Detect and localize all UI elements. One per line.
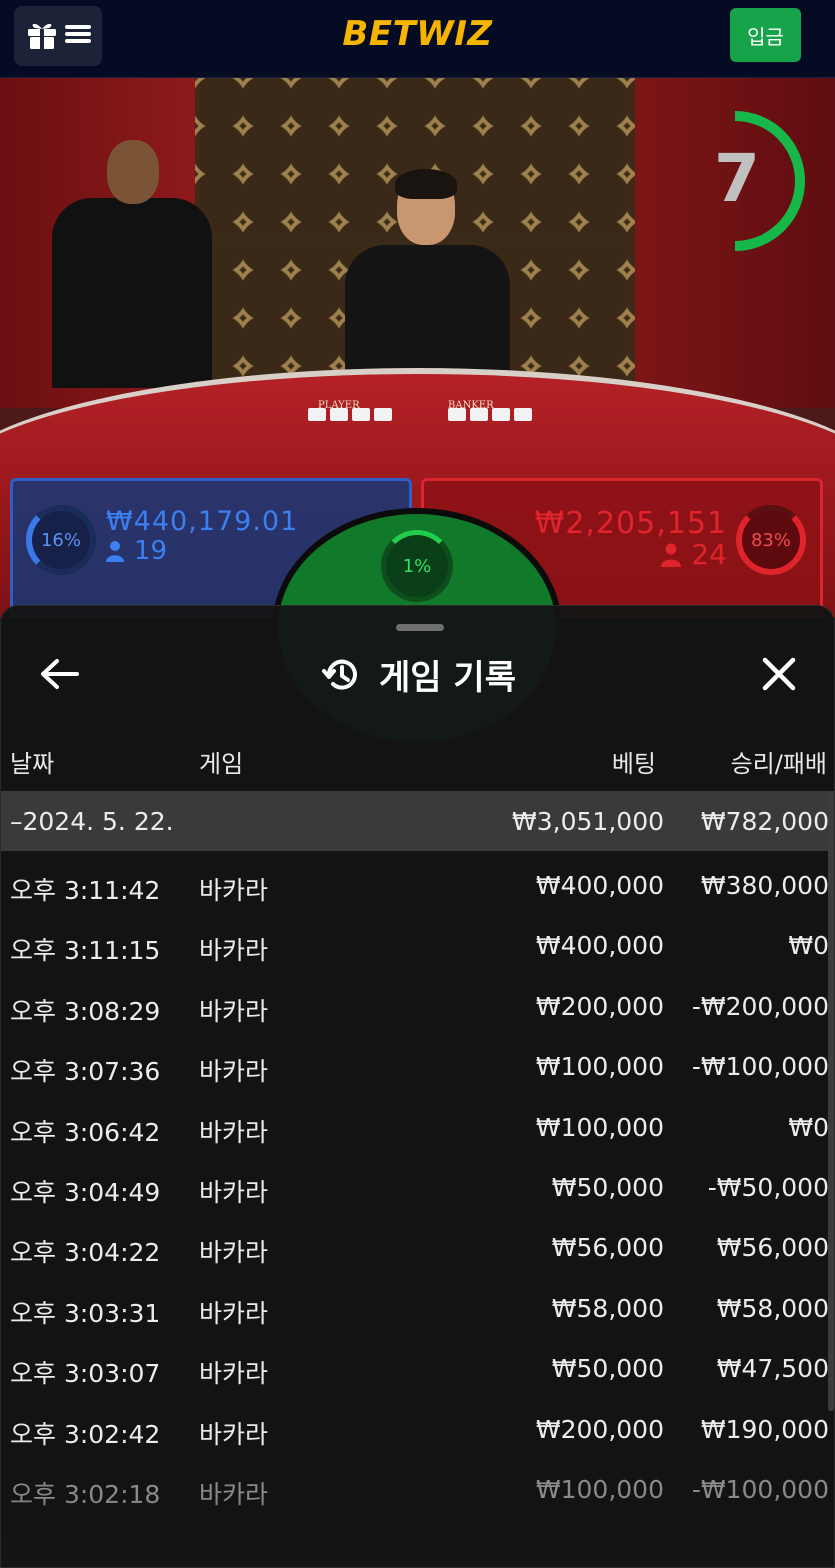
user-icon xyxy=(661,543,682,567)
history-icon xyxy=(322,659,357,690)
row-result: ₩380,000 xyxy=(700,871,829,900)
history-row[interactable]: 오후 3:11:42 바카라 ₩400,000 ₩380,000 xyxy=(1,855,834,915)
row-bet: ₩400,000 xyxy=(535,931,664,961)
row-time: 오후 3:08:29 xyxy=(10,996,161,1026)
row-game: 바카라 xyxy=(199,1117,269,1147)
scrollbar[interactable] xyxy=(828,791,834,1411)
row-game: 바카라 xyxy=(199,1057,269,1087)
dealer xyxy=(345,169,510,385)
row-time: 오후 3:07:36 xyxy=(10,1057,161,1087)
row-result: ₩0 xyxy=(788,1112,829,1142)
deposit-button[interactable]: 입금 xyxy=(730,8,801,62)
column-result: 승리/패배 xyxy=(730,750,827,778)
row-time: 오후 3:11:42 xyxy=(10,876,161,905)
player-cards xyxy=(308,408,392,421)
column-game: 게임 xyxy=(199,750,244,778)
player-user-count: 19 xyxy=(106,536,167,566)
user-icon xyxy=(106,541,124,562)
studio-staff xyxy=(52,140,212,390)
column-date: 날짜 xyxy=(10,750,55,778)
player-percent: 16% xyxy=(26,505,96,575)
row-time: 오후 3:03:31 xyxy=(10,1298,161,1328)
summary-bet: ₩3,051,000 xyxy=(512,807,664,836)
row-bet: ₩200,000 xyxy=(535,991,664,1021)
row-bet: ₩50,000 xyxy=(551,1173,664,1202)
game-history-sheet: 게임 기록 날짜 게임 베팅 승리/패배 –2024. 5. 22. ₩3,05… xyxy=(0,605,835,1568)
banker-bet-amount: ₩2,205,151 xyxy=(534,506,727,541)
row-time: 오후 3:04:49 xyxy=(10,1178,161,1207)
history-row[interactable]: 오후 3:08:29 바카라 ₩200,000 -₩200,000 xyxy=(1,976,834,1036)
history-row[interactable]: 오후 3:03:07 바카라 ₩50,000 ₩47,500 xyxy=(1,1338,834,1398)
top-bar: BETWIZ 입금 xyxy=(0,0,835,78)
summary-date: –2024. 5. 22. xyxy=(10,807,174,836)
history-row[interactable]: 오후 3:03:31 바카라 ₩58,000 ₩58,000 xyxy=(1,1278,834,1338)
history-day-summary[interactable]: –2024. 5. 22. ₩3,051,000 ₩782,000 xyxy=(1,791,834,851)
row-game: 바카라 xyxy=(199,996,269,1026)
row-time: 오후 3:11:15 xyxy=(10,936,161,966)
row-bet: ₩100,000 xyxy=(535,1112,664,1142)
history-row[interactable]: 오후 3:07:36 바카라 ₩100,000 -₩100,000 xyxy=(1,1036,834,1096)
page: BETWIZ 입금 PLAYER BANKER 7 16% ₩440,179.0… xyxy=(0,0,835,1568)
row-bet: ₩200,000 xyxy=(535,1414,664,1444)
row-result: ₩56,000 xyxy=(716,1233,829,1263)
sheet-title: 게임 기록 xyxy=(1,650,834,699)
banker-percent: 83% xyxy=(736,505,806,575)
close-button[interactable] xyxy=(759,654,799,694)
row-bet: ₩400,000 xyxy=(535,871,664,900)
sheet-title-text: 게임 기록 xyxy=(379,658,516,698)
banker-cards xyxy=(448,408,532,421)
row-time: 오후 3:02:42 xyxy=(10,1419,161,1449)
history-row[interactable]: 오후 3:02:42 바카라 ₩200,000 ₩190,000 xyxy=(1,1399,834,1459)
row-result: -₩50,000 xyxy=(707,1173,829,1202)
row-result: ₩58,000 xyxy=(716,1293,829,1323)
row-bet: ₩100,000 xyxy=(535,1052,664,1082)
summary-result: ₩782,000 xyxy=(700,807,829,836)
player-bet-amount: ₩440,179.01 xyxy=(106,506,299,537)
row-time: 오후 3:03:07 xyxy=(10,1359,161,1389)
history-row[interactable]: 오후 3:04:22 바카라 ₩56,000 ₩56,000 xyxy=(1,1217,834,1277)
history-row[interactable]: 오후 3:06:42 바카라 ₩100,000 ₩0 xyxy=(1,1097,834,1157)
row-bet: ₩58,000 xyxy=(551,1293,664,1323)
row-game: 바카라 xyxy=(199,1298,269,1328)
row-result: -₩200,000 xyxy=(691,991,829,1021)
tie-percent: 1% xyxy=(381,530,453,602)
player-users-value: 19 xyxy=(134,536,168,566)
banker-user-count: 24 xyxy=(661,538,727,571)
banker-users-value: 24 xyxy=(691,538,727,571)
row-time: 오후 3:04:22 xyxy=(10,1238,161,1268)
row-time: 오후 3:06:42 xyxy=(10,1117,161,1147)
history-row[interactable]: 오후 3:04:49 바카라 ₩50,000 -₩50,000 xyxy=(1,1157,834,1217)
row-game: 바카라 xyxy=(199,1419,269,1449)
row-result: -₩100,000 xyxy=(691,1052,829,1082)
row-result: ₩47,500 xyxy=(716,1354,829,1384)
row-game: 바카라 xyxy=(199,1178,269,1207)
history-row[interactable]: 오후 3:11:15 바카라 ₩400,000 ₩0 xyxy=(1,915,834,975)
column-bet: 베팅 xyxy=(611,750,656,778)
row-game: 바카라 xyxy=(199,876,269,905)
row-result: ₩190,000 xyxy=(700,1414,829,1444)
sheet-header: 게임 기록 xyxy=(1,636,834,712)
row-bet: ₩50,000 xyxy=(551,1354,664,1384)
row-bet: ₩56,000 xyxy=(551,1233,664,1263)
close-icon xyxy=(762,657,796,691)
row-result: ₩0 xyxy=(788,931,829,961)
sheet-drag-handle[interactable] xyxy=(396,624,444,631)
row-game: 바카라 xyxy=(199,1359,269,1389)
countdown-timer: 7 xyxy=(714,140,760,217)
betwiz-logo[interactable]: BETWIZ xyxy=(0,14,835,54)
row-game: 바카라 xyxy=(199,936,269,966)
row-game: 바카라 xyxy=(199,1238,269,1268)
list-fade xyxy=(1,1497,834,1567)
